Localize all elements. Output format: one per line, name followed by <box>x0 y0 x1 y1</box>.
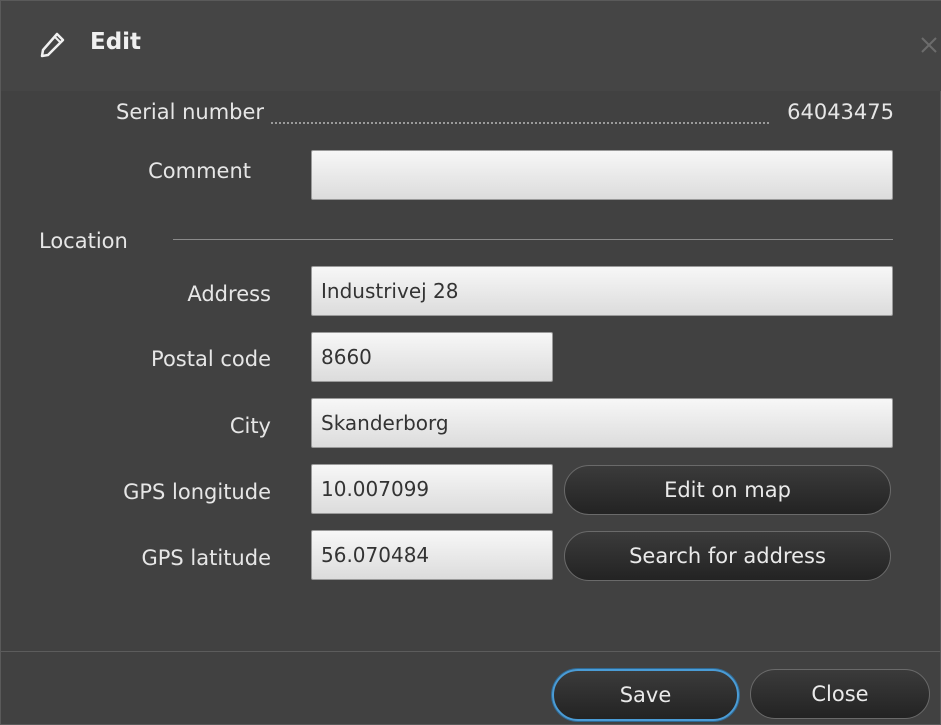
location-section-label: Location <box>39 229 128 253</box>
postal-code-field[interactable]: 8660 <box>311 332 553 382</box>
edit-dialog: Edit Serial number 64043475 Comment Loca… <box>0 0 941 725</box>
close-button[interactable]: Close <box>750 669 930 719</box>
gps-longitude-label: GPS longitude <box>123 480 271 504</box>
serial-number-label: Serial number <box>116 100 267 124</box>
gps-latitude-field[interactable]: 56.070484 <box>311 530 553 580</box>
close-icon[interactable] <box>918 34 940 56</box>
search-for-address-button[interactable]: Search for address <box>564 531 891 581</box>
section-divider <box>173 239 893 240</box>
footer-divider <box>1 651 941 652</box>
gps-latitude-label: GPS latitude <box>141 546 271 570</box>
serial-number-value: 64043475 <box>787 100 894 124</box>
save-button[interactable]: Save <box>552 669 739 721</box>
title-bar: Edit <box>1 1 941 91</box>
dialog-title: Edit <box>90 29 142 55</box>
pencil-icon <box>40 32 65 58</box>
city-label: City <box>229 414 271 438</box>
address-field[interactable]: Industrivej 28 <box>311 266 893 316</box>
address-label: Address <box>187 282 271 306</box>
serial-number-row: Serial number 64043475 <box>116 100 894 134</box>
city-field[interactable]: Skanderborg <box>311 398 893 448</box>
gps-longitude-field[interactable]: 10.007099 <box>311 464 553 514</box>
comment-label: Comment <box>148 159 251 183</box>
postal-code-label: Postal code <box>151 347 271 371</box>
dotted-leader <box>271 122 769 124</box>
edit-on-map-button[interactable]: Edit on map <box>564 465 891 515</box>
comment-field[interactable] <box>311 150 893 200</box>
